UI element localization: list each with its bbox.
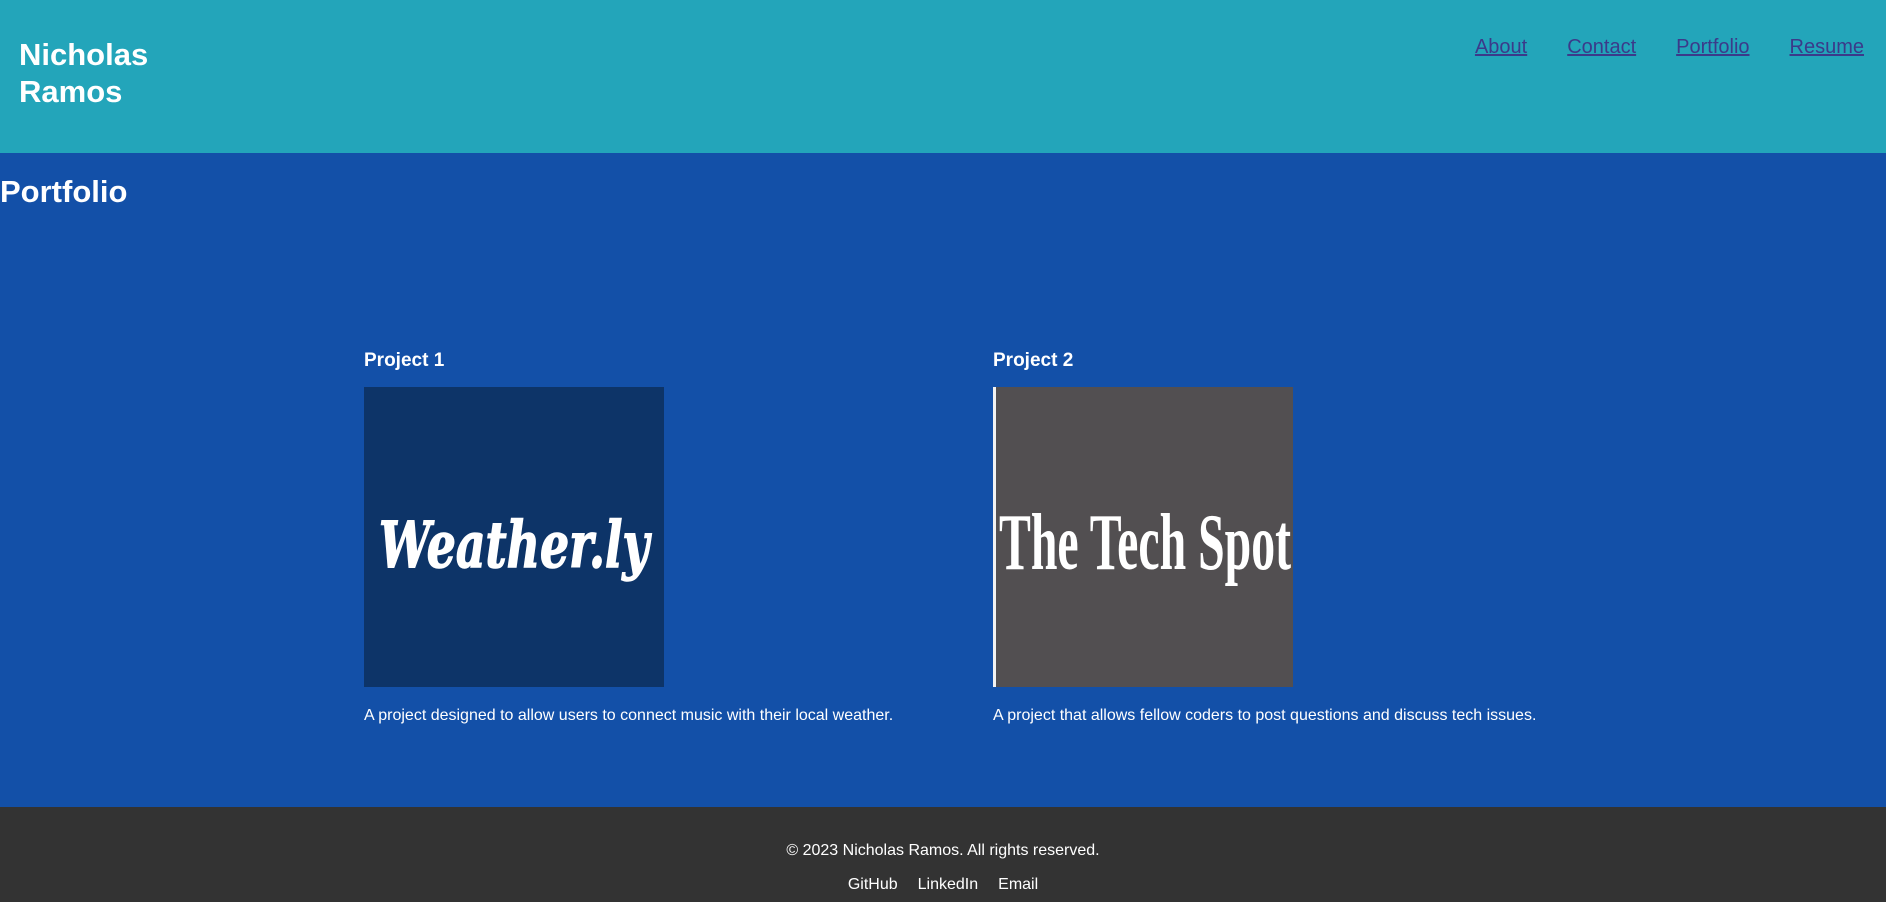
nav-link-contact[interactable]: Contact bbox=[1567, 34, 1636, 60]
footer-link-linkedin[interactable]: LinkedIn bbox=[918, 875, 979, 895]
footer-links: GitHub LinkedIn Email bbox=[0, 875, 1886, 895]
project-card-2: Project 2 The Tech Spot A project that a… bbox=[993, 350, 1593, 726]
section-title: Portfolio bbox=[0, 174, 128, 209]
nav-link-portfolio[interactable]: Portfolio bbox=[1676, 34, 1749, 60]
project-description: A project that allows fellow coders to p… bbox=[993, 707, 1537, 724]
project-card-1: Project 1 Weather.ly A project designed … bbox=[364, 350, 964, 726]
footer-link-github[interactable]: GitHub bbox=[848, 875, 898, 895]
portfolio-section: Portfolio Project 1 Weather.ly A project… bbox=[0, 153, 1886, 807]
nav-link-about[interactable]: About bbox=[1475, 34, 1527, 60]
site-footer: © 2023 Nicholas Ramos. All rights reserv… bbox=[0, 807, 1886, 902]
project-image-techspot[interactable]: The Tech Spot bbox=[993, 387, 1293, 687]
nav-link-resume[interactable]: Resume bbox=[1790, 34, 1864, 60]
project-title: Project 2 bbox=[993, 350, 1074, 371]
site-header: Nicholas Ramos About Contact Portfolio R… bbox=[0, 0, 1886, 153]
project-image-text: The Tech Spot bbox=[999, 499, 1291, 587]
project-description: A project designed to allow users to con… bbox=[364, 707, 894, 724]
main-nav: About Contact Portfolio Resume bbox=[1475, 34, 1864, 60]
footer-link-email[interactable]: Email bbox=[998, 875, 1038, 895]
copyright-text: © 2023 Nicholas Ramos. All rights reserv… bbox=[786, 842, 1100, 859]
site-name: Nicholas Ramos bbox=[19, 37, 149, 109]
project-title: Project 1 bbox=[364, 350, 445, 371]
project-image-text: Weather.ly bbox=[379, 508, 652, 583]
project-image-weatherly[interactable]: Weather.ly bbox=[364, 387, 664, 687]
